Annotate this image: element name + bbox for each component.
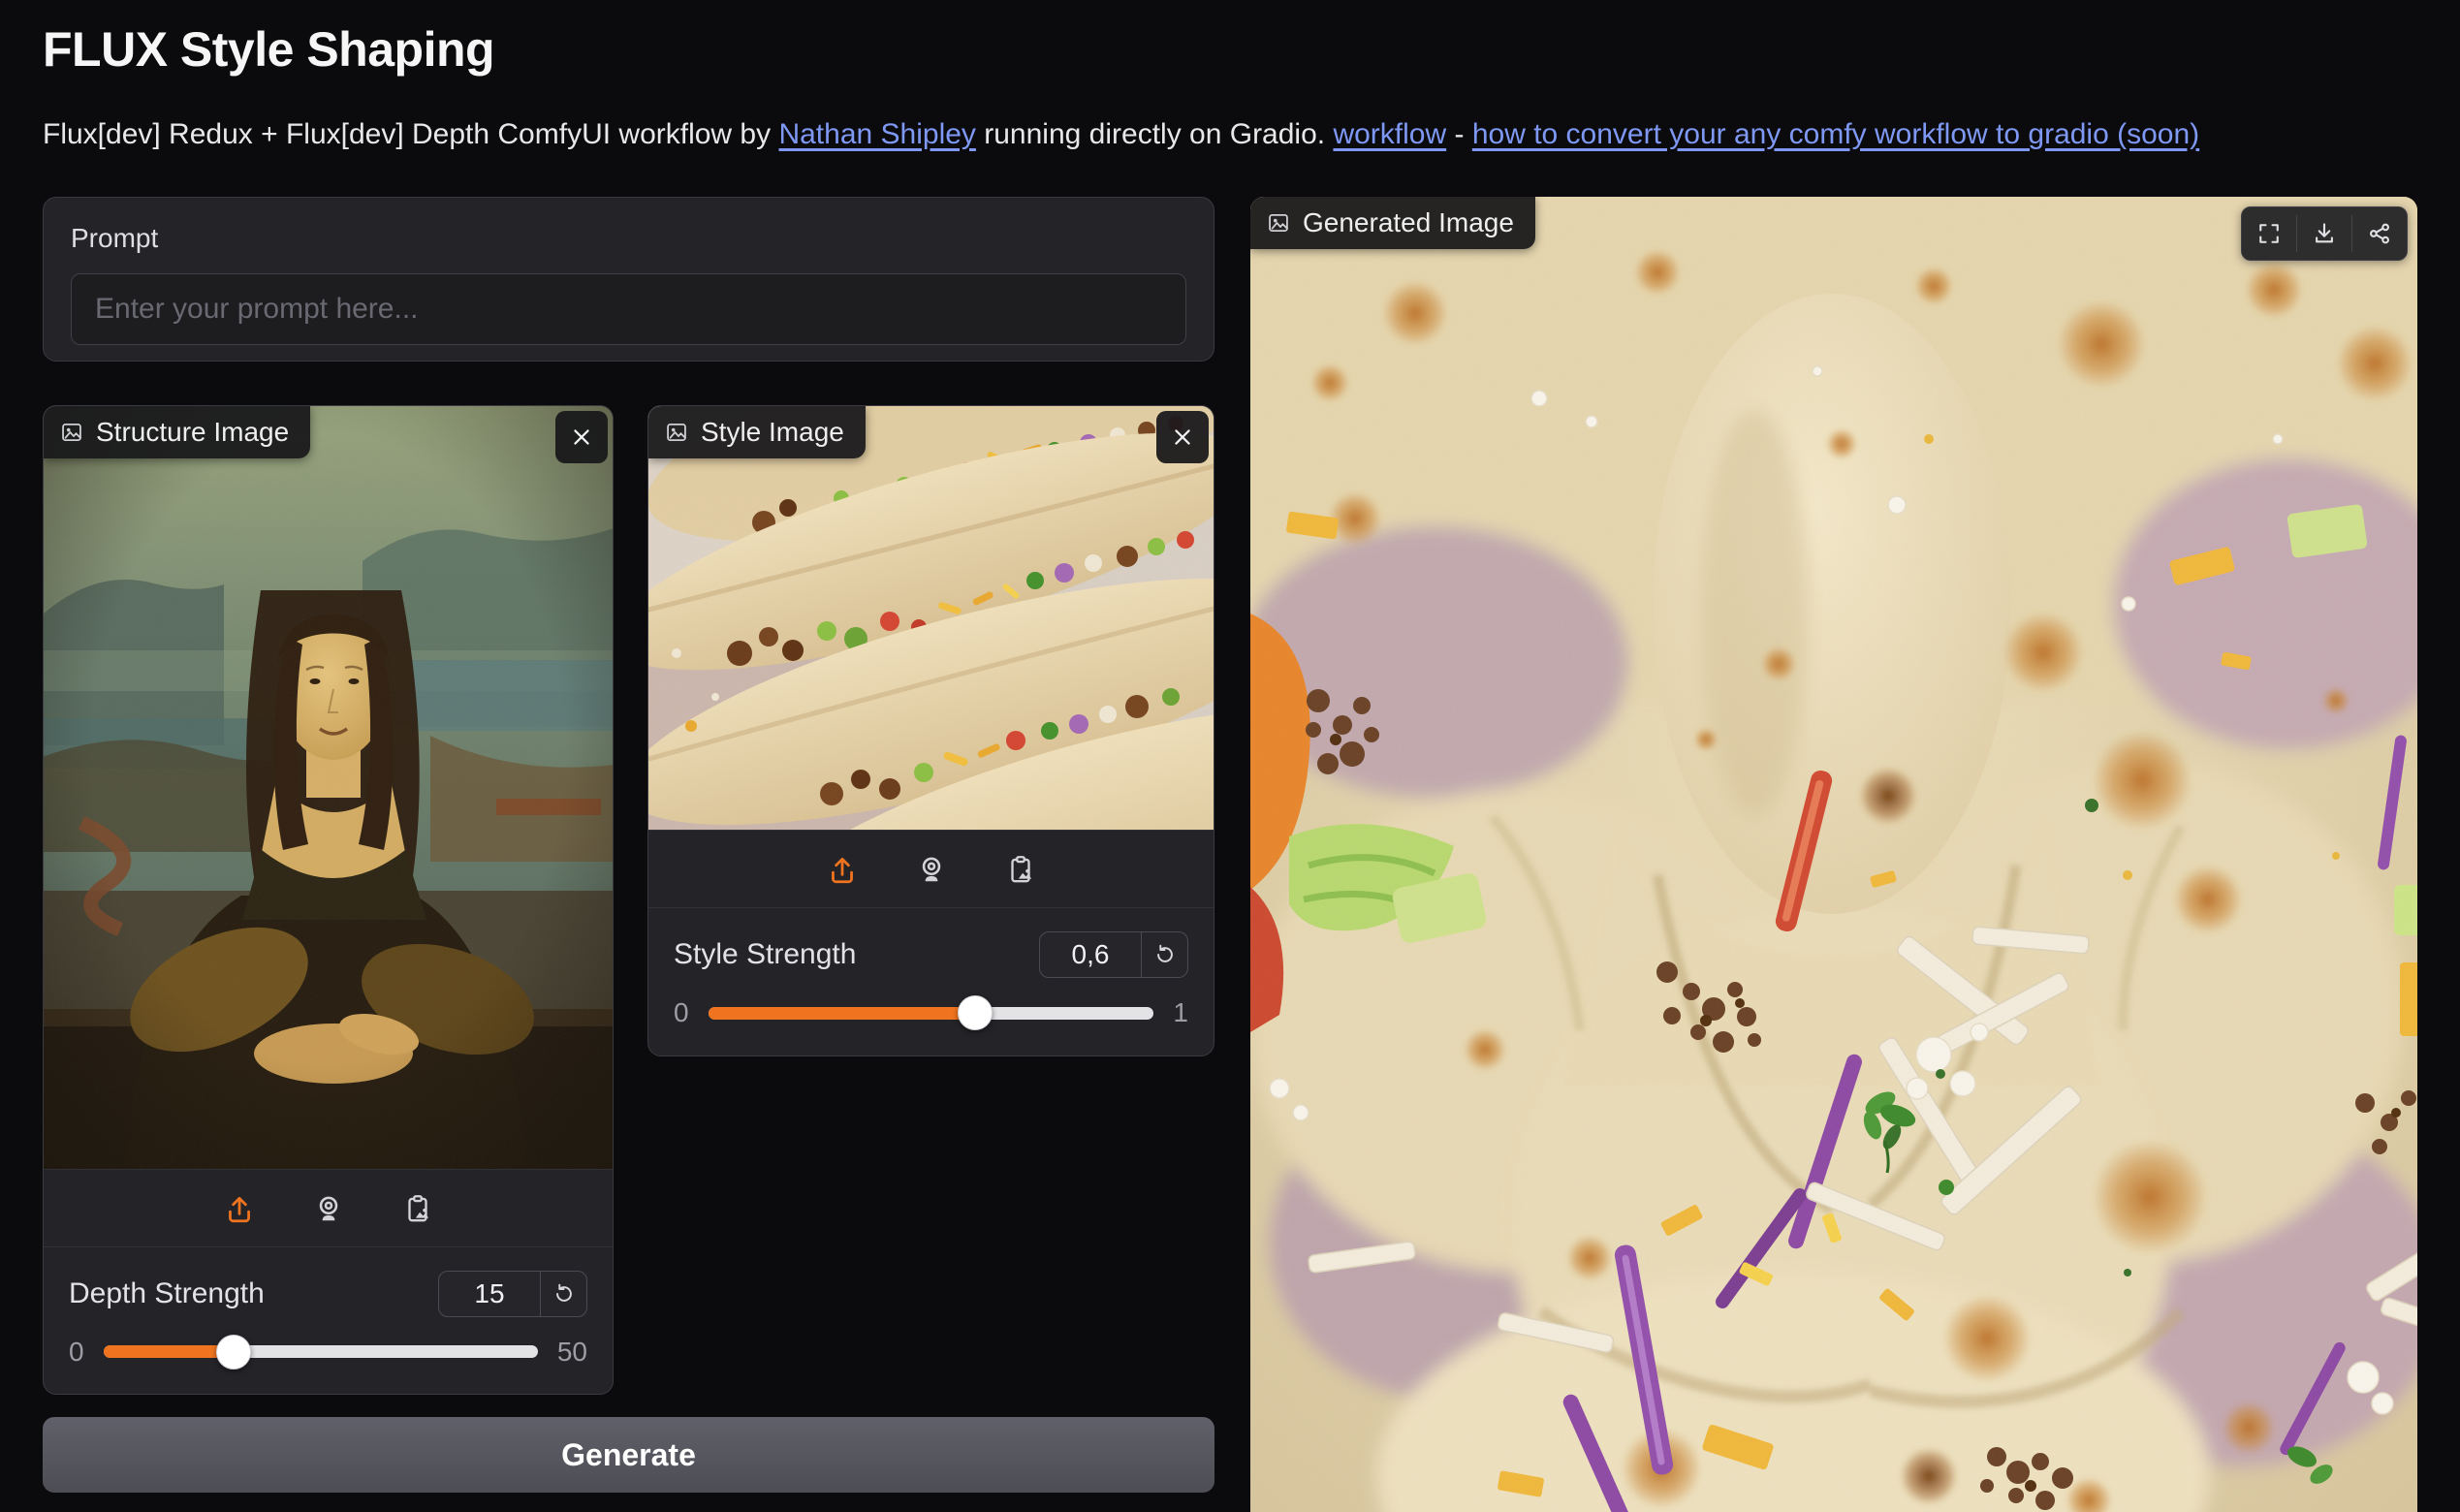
upload-icon <box>223 1192 256 1225</box>
upload-button[interactable] <box>217 1186 262 1231</box>
depth-strength-fill <box>104 1345 234 1358</box>
download-button[interactable] <box>2297 207 2351 260</box>
style-strength-slider[interactable] <box>709 1007 1154 1020</box>
paste-image-button[interactable] <box>998 847 1043 892</box>
flux-style-shaping-app: FLUX Style Shaping Flux[dev] Redux + Flu… <box>0 0 2460 1512</box>
structure-image-label-chip: Structure Image <box>44 406 310 458</box>
prompt-panel: Prompt <box>43 197 1214 362</box>
structure-close-button[interactable] <box>555 411 608 463</box>
paste-image-button[interactable] <box>395 1186 440 1231</box>
workflow-link[interactable]: workflow <box>1333 118 1446 150</box>
generated-image-toolbar <box>2241 206 2408 261</box>
webcam-icon <box>915 853 948 886</box>
depth-strength-label: Depth Strength <box>69 1277 265 1310</box>
style-strength-reset-button[interactable] <box>1141 932 1187 977</box>
generate-button[interactable]: Generate <box>43 1417 1214 1493</box>
intro-text: Flux[dev] Redux + Flux[dev] Depth ComfyU… <box>43 118 2199 151</box>
fullscreen-button[interactable] <box>2242 207 2296 260</box>
share-icon <box>2366 220 2393 247</box>
generated-image-label-chip: Generated Image <box>1250 197 1535 249</box>
style-image-dropzone[interactable]: Style Image <box>648 406 1214 830</box>
structure-image-mona-lisa <box>44 406 613 1169</box>
depth-strength-slider[interactable] <box>104 1345 538 1358</box>
paste-image-icon <box>401 1192 434 1225</box>
reset-icon <box>1152 942 1178 967</box>
style-strength-block: Style Strength 0 1 <box>648 907 1214 1055</box>
webcam-button[interactable] <box>306 1186 351 1231</box>
depth-strength-min: 0 <box>69 1337 84 1368</box>
author-link[interactable]: Nathan Shipley <box>778 118 975 150</box>
depth-strength-max: 50 <box>557 1337 587 1368</box>
prompt-label: Prompt <box>71 223 1186 254</box>
image-icon <box>59 420 84 445</box>
webcam-icon <box>312 1192 345 1225</box>
upload-icon <box>826 853 859 886</box>
style-strength-input[interactable] <box>1040 932 1141 977</box>
style-source-toolbar <box>648 830 1214 907</box>
fullscreen-icon <box>2255 220 2283 247</box>
paste-image-icon <box>1004 853 1037 886</box>
depth-strength-numbox <box>438 1271 587 1317</box>
generated-image-dough-mona-lisa <box>1250 197 2417 1512</box>
style-strength-numbox <box>1039 931 1188 978</box>
style-image-tacos <box>648 406 1214 830</box>
prompt-input[interactable] <box>71 273 1186 345</box>
structure-image-card: Structure Image <box>43 405 614 1395</box>
structure-source-toolbar <box>44 1169 613 1246</box>
download-icon <box>2311 220 2338 247</box>
style-image-label: Style Image <box>701 417 844 448</box>
image-icon <box>1266 210 1291 236</box>
style-strength-fill <box>709 1007 976 1020</box>
depth-strength-block: Depth Strength 0 50 <box>44 1246 613 1394</box>
intro-segment: - <box>1446 118 1472 150</box>
style-strength-handle[interactable] <box>958 995 993 1030</box>
structure-image-label: Structure Image <box>96 417 289 448</box>
style-image-card: Style Image <box>647 405 1214 1056</box>
page-title: FLUX Style Shaping <box>43 21 494 78</box>
generated-image-label: Generated Image <box>1303 207 1514 238</box>
style-strength-label: Style Strength <box>674 938 856 971</box>
intro-segment: running directly on Gradio. <box>976 118 1334 150</box>
depth-strength-handle[interactable] <box>216 1335 251 1370</box>
reset-icon <box>552 1281 577 1307</box>
upload-button[interactable] <box>820 847 865 892</box>
style-strength-max: 1 <box>1173 997 1188 1028</box>
generated-image-panel[interactable]: Generated Image <box>1250 197 2417 1512</box>
depth-strength-input[interactable] <box>439 1272 540 1316</box>
close-icon <box>1168 423 1197 452</box>
style-strength-min: 0 <box>674 997 689 1028</box>
intro-segment: Flux[dev] Redux + Flux[dev] Depth ComfyU… <box>43 118 778 150</box>
share-button[interactable] <box>2352 207 2407 260</box>
howto-link[interactable]: how to convert your any comfy workflow t… <box>1472 118 2199 150</box>
image-icon <box>664 420 689 445</box>
style-close-button[interactable] <box>1156 411 1209 463</box>
webcam-button[interactable] <box>909 847 954 892</box>
close-icon <box>567 423 596 452</box>
style-image-label-chip: Style Image <box>648 406 866 458</box>
structure-image-dropzone[interactable]: Structure Image <box>44 406 613 1169</box>
depth-strength-reset-button[interactable] <box>540 1272 586 1316</box>
